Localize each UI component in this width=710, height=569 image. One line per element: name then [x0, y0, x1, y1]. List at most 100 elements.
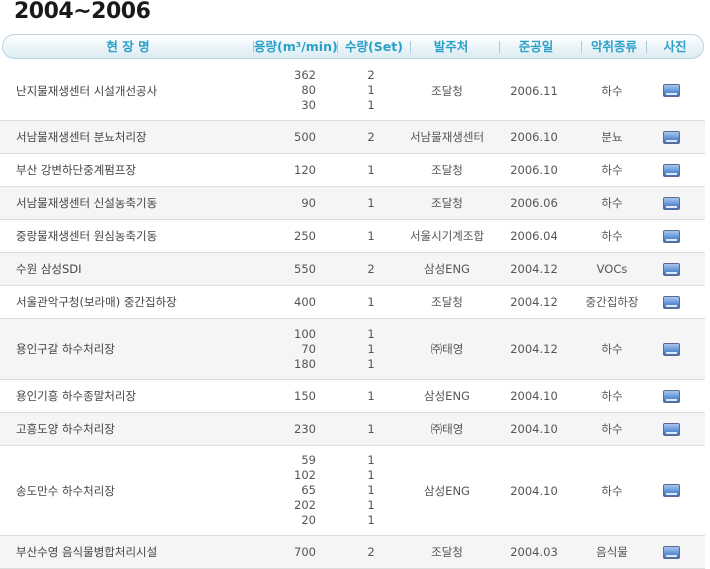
capacity: 250 — [254, 220, 316, 252]
capacity-value: 150 — [294, 388, 316, 403]
photo-icon[interactable] — [662, 262, 680, 276]
site-name: 부산 강변하단중계펌프장 — [16, 163, 137, 177]
completion-date: 2006.04 — [510, 229, 558, 243]
header-capacity: 용량(m³/min) — [254, 39, 338, 54]
capacity: 90 — [254, 187, 316, 219]
quantity-value: 1 — [367, 98, 375, 112]
completion-date: 2006.10 — [510, 163, 558, 177]
client: 서울시기계조합 — [409, 229, 485, 243]
capacity: 59 102 65 202 20 — [254, 446, 316, 535]
photo-cell — [658, 154, 684, 186]
photo-icon[interactable] — [662, 84, 680, 97]
capacity-value: 180 — [294, 356, 316, 371]
capacity-value: 202 — [294, 498, 316, 512]
completion-date: 2006.11 — [510, 83, 558, 98]
table-row: 부산 강변하단중계펌프장 120 1 조달청 2006.10 하수 — [0, 154, 705, 187]
quantity-value: 1 — [367, 513, 375, 527]
odor-type: 하수 — [601, 83, 623, 98]
odor-type: 하수 — [601, 342, 623, 356]
client: 삼성ENG — [424, 483, 470, 498]
photo-icon[interactable] — [662, 163, 680, 177]
quantity-value: 1 — [367, 162, 375, 177]
capacity: 362 80 30 — [254, 61, 316, 120]
quantity: 11111 — [346, 446, 396, 535]
quantity-value: 2 — [367, 129, 375, 144]
site-name: 용인기흥 하수종말처리장 — [16, 389, 137, 403]
site-name: 고흥도양 하수처리장 — [16, 422, 115, 436]
table-row: 서남물재생센터 분뇨처리장 500 2 서남물재생센터 2006.10 분뇨 — [0, 121, 705, 154]
capacity: 500 — [254, 121, 316, 153]
photo-icon[interactable] — [662, 196, 680, 210]
quantity: 1 — [346, 220, 396, 252]
quantity-value: 1 — [367, 83, 375, 97]
table-row: 난지물재생센터 시설개선공사 362 80 30 2 1 1 조달청 2006.11 하수 — [0, 61, 705, 121]
capacity-value: 70 — [301, 341, 316, 356]
quantity-value: 1 — [367, 356, 375, 371]
capacity-value: 400 — [294, 294, 316, 309]
client: 서남물재생센터 — [409, 130, 485, 144]
quantity-value: 1 — [367, 453, 375, 467]
odor-type: 하수 — [601, 196, 623, 210]
capacity-value: 230 — [294, 421, 316, 436]
site-name: 서남물재생센터 신설농축기동 — [16, 196, 158, 210]
completion-date: 2006.06 — [510, 196, 558, 210]
client: 조달청 — [431, 83, 463, 98]
header-site-name: 현 장 명 — [106, 39, 150, 54]
site-name: 난지물재생센터 시설개선공사 — [16, 83, 158, 98]
capacity-value: 65 — [301, 483, 316, 497]
header-photo: 사진 — [663, 39, 687, 54]
capacity-value: 700 — [294, 544, 316, 559]
photo-icon[interactable] — [662, 422, 680, 436]
odor-type: 하수 — [601, 163, 623, 177]
table-row: 용인기흥 하수종말처리장 150 1 삼성ENG 2004.10 하수 — [0, 380, 705, 413]
quantity-value: 2 — [367, 544, 375, 559]
capacity-value: 30 — [301, 98, 316, 112]
photo-cell — [658, 187, 684, 219]
quantity-value: 1 — [367, 341, 375, 356]
table-row: 용인구갈 하수처리장 100 70 180 1 1 1 ㈜태영 2004.12 하수 — [0, 319, 705, 380]
client: 삼성ENG — [424, 262, 470, 276]
capacity-value: 20 — [301, 513, 316, 527]
quantity-value: 1 — [367, 483, 375, 497]
quantity: 2 — [346, 253, 396, 285]
odor-type: 하수 — [601, 229, 623, 243]
client: 조달청 — [431, 196, 463, 210]
photo-cell — [658, 220, 684, 252]
table-header: 현 장 명 용량(m³/min) 수량(Set) 발주처 준공일 악취종류 사진 — [2, 34, 704, 59]
quantity-value: 2 — [367, 261, 375, 276]
table-row: 부산수영 음식물병합처리시설 700 2 조달청 2004.03 음식물 — [0, 536, 705, 569]
capacity-value: 90 — [301, 195, 316, 210]
photo-icon[interactable] — [662, 545, 680, 559]
quantity: 1 — [346, 187, 396, 219]
site-name: 중랑물재생센터 원심농축기동 — [16, 229, 158, 243]
site-name: 용인구갈 하수처리장 — [16, 342, 115, 356]
odor-type: 음식물 — [596, 545, 628, 559]
photo-cell — [658, 121, 684, 153]
photo-icon[interactable] — [662, 342, 680, 356]
client: 조달청 — [431, 545, 463, 559]
capacity-value: 250 — [294, 228, 316, 243]
completion-date: 2004.03 — [510, 545, 558, 559]
quantity-value: 1 — [367, 388, 375, 403]
photo-icon[interactable] — [662, 229, 680, 243]
header-quantity: 수량(Set) — [345, 39, 403, 54]
photo-cell — [658, 413, 684, 445]
odor-type: 분뇨 — [601, 130, 623, 144]
completion-date: 2004.12 — [510, 262, 558, 276]
site-name: 서울관악구청(보라매) 중간집하장 — [16, 295, 177, 309]
capacity-value: 362 — [294, 68, 316, 82]
quantity-value: 1 — [367, 468, 375, 482]
table-row: 서남물재생센터 신설농축기동 90 1 조달청 2006.06 하수 — [0, 187, 705, 220]
photo-icon[interactable] — [662, 295, 680, 309]
site-name: 서남물재생센터 분뇨처리장 — [16, 130, 147, 144]
completion-date: 2004.10 — [510, 483, 558, 498]
odor-type: 중간집하장 — [585, 295, 639, 309]
photo-icon[interactable] — [662, 389, 680, 403]
photo-cell — [658, 253, 684, 285]
quantity-value: 1 — [367, 294, 375, 309]
capacity-value: 500 — [294, 129, 316, 144]
photo-icon[interactable] — [662, 484, 680, 497]
photo-icon[interactable] — [662, 130, 680, 144]
photo-cell — [658, 536, 684, 568]
photo-cell — [658, 319, 684, 379]
